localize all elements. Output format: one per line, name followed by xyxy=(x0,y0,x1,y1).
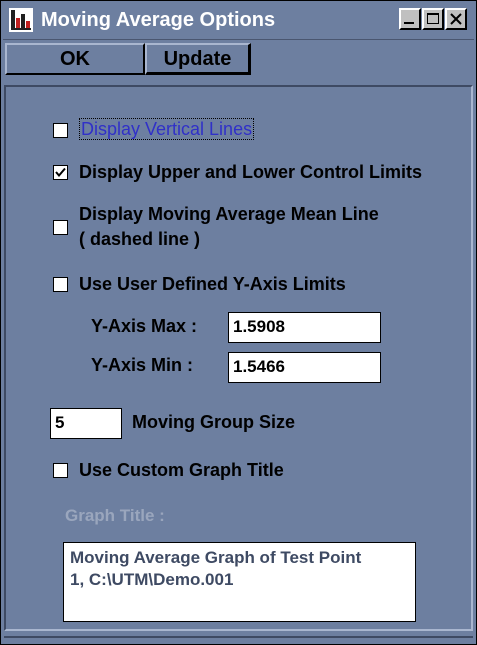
y-axis-max-label: Y-Axis Max : xyxy=(91,316,198,336)
maximize-icon xyxy=(427,13,439,24)
control-limits-label[interactable]: Display Upper and Lower Control Limits xyxy=(79,162,422,183)
update-button[interactable]: Update xyxy=(145,43,251,75)
group-size-input[interactable]: 5 xyxy=(50,408,122,439)
checkmark-icon xyxy=(55,167,66,178)
graph-title-textarea[interactable]: Moving Average Graph of Test Point 1, C:… xyxy=(63,542,416,622)
graph-title-label: Graph Title : xyxy=(65,506,165,525)
moving-average-options-window: Moving Average Options OK Update Display… xyxy=(0,0,477,645)
window-title: Moving Average Options xyxy=(41,9,276,31)
toolbar: OK Update xyxy=(3,41,474,79)
y-axis-min-input[interactable]: 1.5466 xyxy=(228,352,381,383)
control-limits-checkbox[interactable] xyxy=(53,165,68,180)
ok-button[interactable]: OK xyxy=(5,43,145,75)
custom-title-checkbox[interactable] xyxy=(53,463,68,478)
close-button[interactable] xyxy=(445,8,467,30)
maximize-button[interactable] xyxy=(422,8,444,30)
chart-app-icon xyxy=(9,8,33,32)
title-bar[interactable]: Moving Average Options xyxy=(3,3,474,40)
vertical-lines-label-text: Display Vertical Lines xyxy=(79,118,255,140)
user-y-limits-label[interactable]: Use User Defined Y-Axis Limits xyxy=(79,274,346,295)
y-axis-min-label: Y-Axis Min : xyxy=(91,355,194,375)
close-icon xyxy=(450,13,462,25)
vertical-lines-checkbox[interactable] xyxy=(53,123,68,138)
vertical-lines-label[interactable]: Display Vertical Lines xyxy=(79,118,255,140)
custom-title-label[interactable]: Use Custom Graph Title xyxy=(79,460,284,481)
group-size-label: Moving Group Size xyxy=(132,412,296,432)
minimize-button[interactable] xyxy=(399,8,421,30)
mean-line-checkbox[interactable] xyxy=(53,220,68,235)
mean-line-label[interactable]: Display Moving Average Mean Line xyxy=(79,204,379,225)
mean-line-sublabel[interactable]: ( dashed line ) xyxy=(79,229,200,250)
minimize-icon xyxy=(404,22,414,24)
bottom-divider xyxy=(4,636,473,638)
user-y-limits-checkbox[interactable] xyxy=(53,277,68,292)
y-axis-max-input[interactable]: 1.5908 xyxy=(228,312,381,343)
